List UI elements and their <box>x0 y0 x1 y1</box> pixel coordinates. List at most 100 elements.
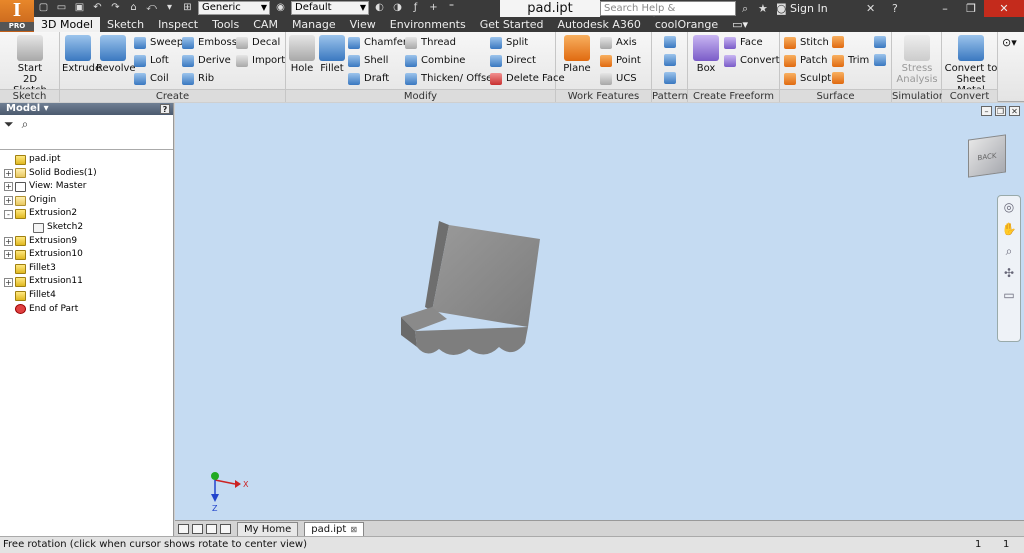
redo-icon[interactable]: ↷ <box>108 1 123 15</box>
material-combo[interactable]: Default ▼ <box>291 1 369 15</box>
plus-icon[interactable]: + <box>426 1 441 15</box>
patch-button[interactable]: Patch <box>784 54 827 68</box>
ribbon-display-toggle[interactable]: ▭▾ <box>725 17 755 32</box>
measure-icon[interactable]: ⊞ <box>180 1 195 15</box>
tree-expander-icon[interactable]: + <box>4 182 13 192</box>
binoculars-icon[interactable]: ⌕ <box>742 1 748 16</box>
tab-tools[interactable]: Tools <box>205 17 246 32</box>
document-list-icon[interactable] <box>220 523 231 534</box>
thread-button[interactable]: Thread <box>405 36 456 50</box>
tab-pad-ipt[interactable]: pad.ipt ⊠ <box>304 521 365 536</box>
minimize-icon[interactable]: – <box>932 0 958 17</box>
home-icon[interactable]: ⌂ <box>126 1 141 15</box>
open-icon[interactable]: ▭ <box>54 1 69 15</box>
tile-horizontal-icon[interactable] <box>178 523 189 534</box>
replace-face-button[interactable] <box>874 36 890 48</box>
orbit-icon[interactable]: ✣ <box>998 266 1020 284</box>
trim-button[interactable]: Trim <box>832 54 869 68</box>
customize-icon[interactable]: ⁼ <box>444 1 459 15</box>
tab-environments[interactable]: Environments <box>383 17 473 32</box>
tile-vertical-icon[interactable] <box>192 523 203 534</box>
browser-header[interactable]: Model ▾ ? <box>0 103 173 115</box>
shell-button[interactable]: Shell <box>348 54 388 68</box>
tree-node[interactable]: + Solid Bodies(1) <box>0 167 173 181</box>
new-icon[interactable]: ▢ <box>36 1 51 15</box>
fx-icon[interactable]: ƒ <box>408 1 423 15</box>
tree-expander-icon[interactable]: - <box>4 209 13 219</box>
direct-button[interactable]: Direct <box>490 54 536 68</box>
return-icon[interactable]: ⤺ <box>144 1 159 15</box>
viewport-minimize-icon[interactable]: – <box>981 106 992 116</box>
cascade-icon[interactable] <box>206 523 217 534</box>
fillet-button[interactable]: Fillet <box>318 35 346 74</box>
convert-button[interactable]: Convert <box>724 54 780 68</box>
undo-icon[interactable]: ↶ <box>90 1 105 15</box>
find-icon[interactable]: ⌕ <box>22 117 29 147</box>
appearance-combo[interactable]: Generic ▼ <box>198 1 270 15</box>
pan-icon[interactable]: ✋ <box>998 222 1020 240</box>
viewcube[interactable]: BACK <box>968 134 1006 178</box>
mirror-button[interactable] <box>664 72 680 84</box>
select-icon[interactable]: ▾ <box>162 1 177 15</box>
tree-expander-icon[interactable]: + <box>4 168 13 178</box>
stitch-button[interactable]: Stitch <box>784 36 829 50</box>
chamfer-button[interactable]: Chamfer <box>348 36 407 50</box>
plane-button[interactable]: Plane <box>560 35 594 74</box>
extend-button[interactable] <box>832 72 848 84</box>
save-icon[interactable]: ▣ <box>72 1 87 15</box>
exchange-icon[interactable]: ✕ <box>866 1 875 16</box>
tab-view[interactable]: View <box>343 17 383 32</box>
coil-button[interactable]: Coil <box>134 72 169 86</box>
convert-to-sheet-metal-button[interactable]: Convert to Sheet Metal <box>944 35 998 96</box>
part-model[interactable] <box>395 219 545 364</box>
tab-3d-model[interactable]: 3D Model <box>34 17 100 32</box>
user-icon[interactable]: ◙ <box>776 1 787 16</box>
filter-icon[interactable]: ⏷ <box>4 117 14 147</box>
tab-sketch[interactable]: Sketch <box>100 17 151 32</box>
sign-in-button[interactable]: Sign In <box>790 0 828 17</box>
search-input[interactable]: Search Help & Commands... <box>600 1 736 27</box>
sculpt-button[interactable]: Sculpt <box>784 72 831 86</box>
help-icon[interactable]: ? <box>892 1 898 16</box>
tab-autodesk-a360[interactable]: Autodesk A360 <box>550 17 647 32</box>
clear-appearance-icon[interactable]: ◑ <box>390 1 405 15</box>
face-button[interactable]: Face <box>724 36 763 50</box>
tree-expander-icon[interactable]: + <box>4 196 13 206</box>
application-menu-button[interactable]: I PRO <box>0 0 34 32</box>
repair-bodies-button[interactable] <box>874 54 890 66</box>
ucs-button[interactable]: UCS <box>600 72 637 86</box>
combine-button[interactable]: Combine <box>405 54 465 68</box>
tree-node[interactable]: + View: Master <box>0 180 173 194</box>
look-at-icon[interactable]: ▭ <box>998 288 1020 306</box>
graphics-viewport[interactable]: – ❐ ✕ BACK ◎ ✋ ⌕ ✣ ▭ X Z <box>175 103 1024 520</box>
tab-get-started[interactable]: Get Started <box>473 17 551 32</box>
loft-button[interactable]: Loft <box>134 54 169 68</box>
circular-pattern-button[interactable] <box>664 54 680 66</box>
ruled-surface-button[interactable] <box>832 36 848 48</box>
draft-button[interactable]: Draft <box>348 72 389 86</box>
split-button[interactable]: Split <box>490 36 528 50</box>
tree-expander-icon[interactable]: + <box>4 250 13 260</box>
emboss-button[interactable]: Emboss <box>182 36 237 50</box>
steering-wheel-icon[interactable]: ◎ <box>998 200 1020 218</box>
tree-node[interactable]: Fillet3 <box>0 262 173 276</box>
extrude-button[interactable]: Extrude <box>62 35 101 74</box>
rib-button[interactable]: Rib <box>182 72 214 86</box>
thicken-offset-button[interactable]: Thicken/ Offset <box>405 72 496 86</box>
hole-button[interactable]: Hole <box>288 35 316 74</box>
star-icon[interactable]: ★ <box>758 1 768 16</box>
tree-expander-icon[interactable]: + <box>4 277 13 287</box>
restore-icon[interactable]: ❐ <box>958 0 984 17</box>
ribbon-options-button[interactable]: ⊙▾ <box>1002 36 1017 50</box>
tree-node[interactable]: + Origin <box>0 194 173 208</box>
zoom-icon[interactable]: ⌕ <box>998 244 1020 262</box>
tree-node[interactable]: - Extrusion2 <box>0 207 173 221</box>
close-tab-icon[interactable]: ⊠ <box>350 525 357 534</box>
box-button[interactable]: Box <box>692 35 720 74</box>
delete-face-button[interactable]: Delete Face <box>490 72 565 86</box>
close-icon[interactable]: ✕ <box>984 0 1024 17</box>
derive-button[interactable]: Derive <box>182 54 231 68</box>
tree-node[interactable]: End of Part <box>0 303 173 317</box>
start-2d-sketch-button[interactable]: Start 2D Sketch <box>8 35 52 96</box>
tab-coolorange[interactable]: coolOrange <box>648 17 725 32</box>
